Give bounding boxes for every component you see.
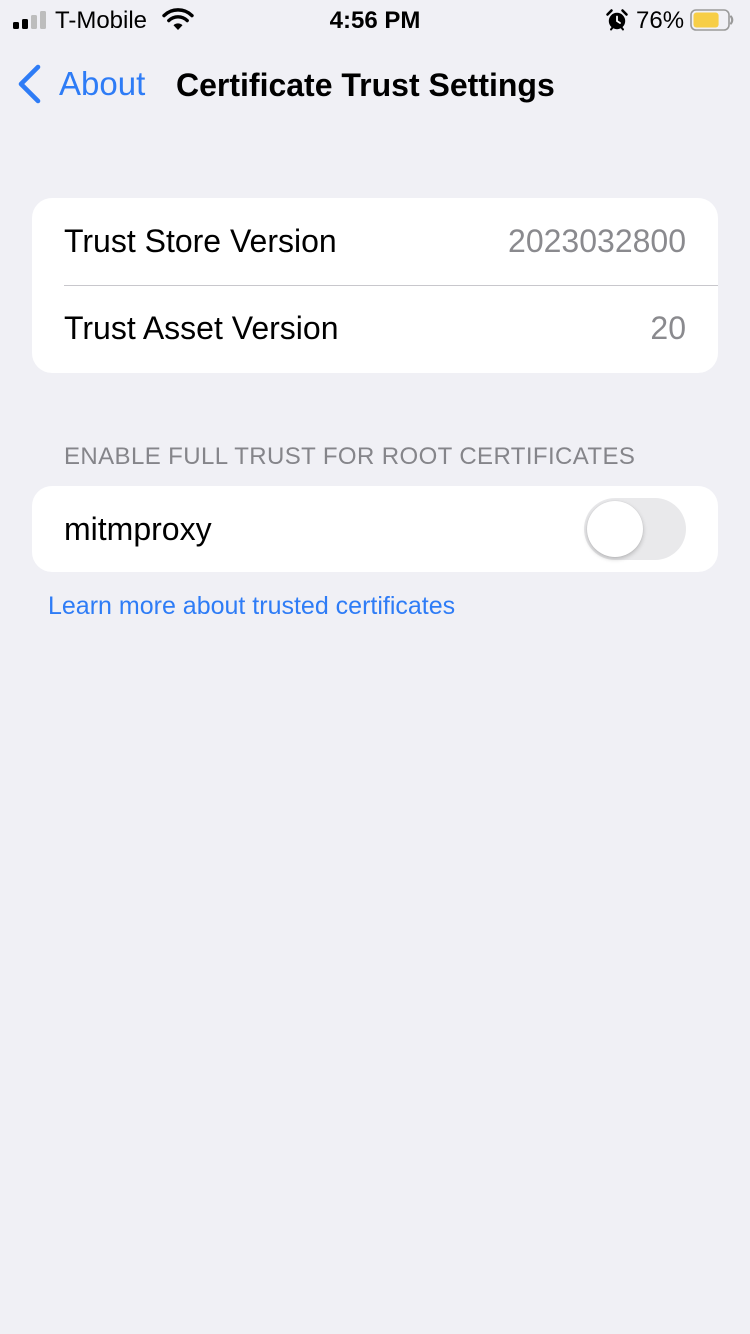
back-button[interactable]: About (16, 64, 145, 104)
root-certificates-group: mitmproxy (32, 486, 718, 572)
trust-asset-version-row: Trust Asset Version 20 (32, 285, 718, 372)
alarm-icon (606, 9, 628, 31)
trust-store-version-value: 2023032800 (508, 223, 686, 259)
toggle-knob (587, 501, 643, 557)
trust-store-version-row: Trust Store Version 2023032800 (32, 198, 718, 285)
back-button-label: About (59, 65, 146, 102)
navigation-bar: About Certificate Trust Settings (0, 52, 750, 116)
trust-store-version-label: Trust Store Version (64, 223, 337, 259)
battery-percent: 76% (636, 7, 685, 34)
certificate-row-mitmproxy: mitmproxy (32, 486, 718, 572)
status-bar: T-Mobile 4:56 PM 76% (0, 0, 750, 40)
version-info-group: Trust Store Version 2023032800 Trust Ass… (32, 198, 718, 373)
full-trust-toggle[interactable] (584, 498, 686, 560)
battery-icon (690, 9, 734, 31)
section-header: ENABLE FULL TRUST FOR ROOT CERTIFICATES (64, 443, 636, 470)
trust-asset-version-value: 20 (650, 310, 686, 346)
chevron-left-icon (18, 64, 41, 104)
certificate-name: mitmproxy (64, 511, 212, 547)
trust-asset-version-label: Trust Asset Version (64, 310, 339, 346)
page-title: Certificate Trust Settings (176, 67, 555, 103)
learn-more-link[interactable]: Learn more about trusted certificates (48, 590, 455, 622)
screen: T-Mobile 4:56 PM 76% About Certificate T… (0, 0, 750, 1334)
